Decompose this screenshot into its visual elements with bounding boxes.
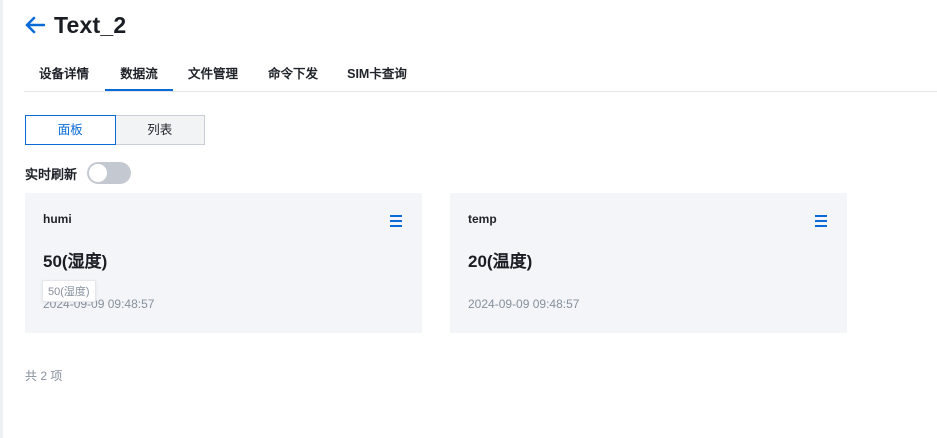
tab-sim-query[interactable]: SIM卡查询: [342, 58, 412, 90]
data-card-temp: temp 20(温度) 2024-09-09 09:48:57: [450, 193, 847, 333]
tab-file-management[interactable]: 文件管理: [180, 58, 246, 90]
view-toggle: 面板 列表: [25, 115, 205, 145]
data-card-humi: humi 50(湿度) 2024-09-09 09:48:57: [25, 193, 422, 333]
arrow-left-icon[interactable]: [24, 14, 46, 36]
page-title: Text_2: [54, 11, 127, 38]
toggle-knob: [89, 164, 108, 182]
card-value: 50(湿度): [43, 252, 108, 271]
realtime-refresh-row: 实时刷新: [25, 161, 132, 185]
tab-command-dispatch[interactable]: 命令下发: [260, 58, 326, 90]
menu-icon[interactable]: [815, 215, 827, 227]
card-value: 20(温度): [468, 252, 533, 271]
total-count: 共 2 项: [25, 369, 63, 383]
realtime-refresh-toggle[interactable]: [87, 162, 132, 184]
tab-device-details[interactable]: 设备详情: [30, 58, 98, 90]
tab-bar: 设备详情 数据流 文件管理 命令下发 SIM卡查询: [24, 58, 937, 92]
list-view-button[interactable]: 列表: [115, 115, 205, 145]
menu-icon[interactable]: [390, 215, 402, 227]
card-name: humi: [43, 212, 72, 226]
tab-data-stream[interactable]: 数据流: [105, 58, 173, 91]
left-edge: [0, 0, 3, 438]
card-timestamp: 2024-09-09 09:48:57: [468, 297, 580, 311]
card-name: temp: [468, 212, 497, 226]
realtime-refresh-label: 实时刷新: [25, 166, 78, 182]
panel-view-button[interactable]: 面板: [25, 115, 116, 145]
page-header: Text_2: [24, 8, 126, 42]
value-tooltip: 50(湿度): [42, 280, 96, 302]
